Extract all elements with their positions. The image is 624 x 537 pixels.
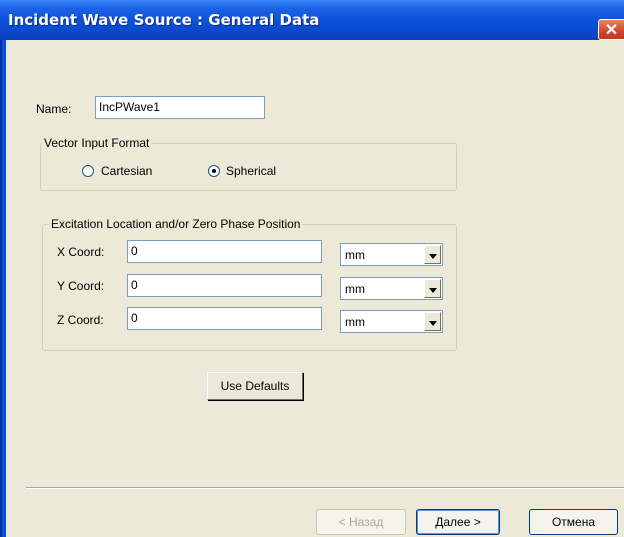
window-title: Incident Wave Source : General Data — [8, 11, 320, 29]
spherical-radio[interactable] — [208, 165, 220, 177]
y-unit-select[interactable]: mm — [340, 277, 443, 300]
y-coord-label: Y Coord: — [57, 279, 105, 293]
close-button[interactable]: ✕ — [598, 19, 624, 40]
use-defaults-button[interactable]: Use Defaults — [207, 372, 303, 400]
window-left-border-dark — [0, 40, 2, 537]
x-coord-input[interactable]: 0 — [127, 240, 322, 263]
cartesian-label[interactable]: Cartesian — [101, 164, 152, 178]
spherical-label[interactable]: Spherical — [226, 164, 276, 178]
vector-format-group-label: Vector Input Format — [42, 136, 152, 150]
x-unit-select[interactable]: mm — [340, 243, 443, 266]
excitation-group-label: Excitation Location and/or Zero Phase Po… — [49, 217, 303, 231]
name-label: Name: — [36, 102, 72, 116]
dialog-client: Name: IncPWave1 Vector Input Format Cart… — [6, 40, 624, 537]
bottom-separator — [26, 487, 624, 489]
close-icon: ✕ — [604, 22, 619, 39]
chevron-down-icon[interactable] — [424, 245, 441, 264]
z-coord-input[interactable]: 0 — [127, 307, 322, 330]
name-input[interactable]: IncPWave1 — [95, 96, 265, 119]
x-coord-label: X Coord: — [57, 245, 105, 259]
y-coord-input[interactable]: 0 — [127, 274, 322, 297]
next-button[interactable]: Далее > — [416, 509, 500, 535]
chevron-down-icon[interactable] — [424, 279, 441, 298]
y-unit-value: mm — [345, 282, 365, 296]
z-unit-select[interactable]: mm — [340, 310, 443, 333]
z-unit-value: mm — [345, 315, 365, 329]
x-unit-value: mm — [345, 248, 365, 262]
back-button[interactable]: < Назад — [316, 509, 406, 535]
cancel-button[interactable]: Отмена — [529, 509, 618, 535]
cartesian-radio[interactable] — [82, 165, 94, 177]
title-bar[interactable]: Incident Wave Source : General Data — [0, 0, 624, 40]
z-coord-label: Z Coord: — [57, 313, 104, 327]
chevron-down-icon[interactable] — [424, 312, 441, 331]
